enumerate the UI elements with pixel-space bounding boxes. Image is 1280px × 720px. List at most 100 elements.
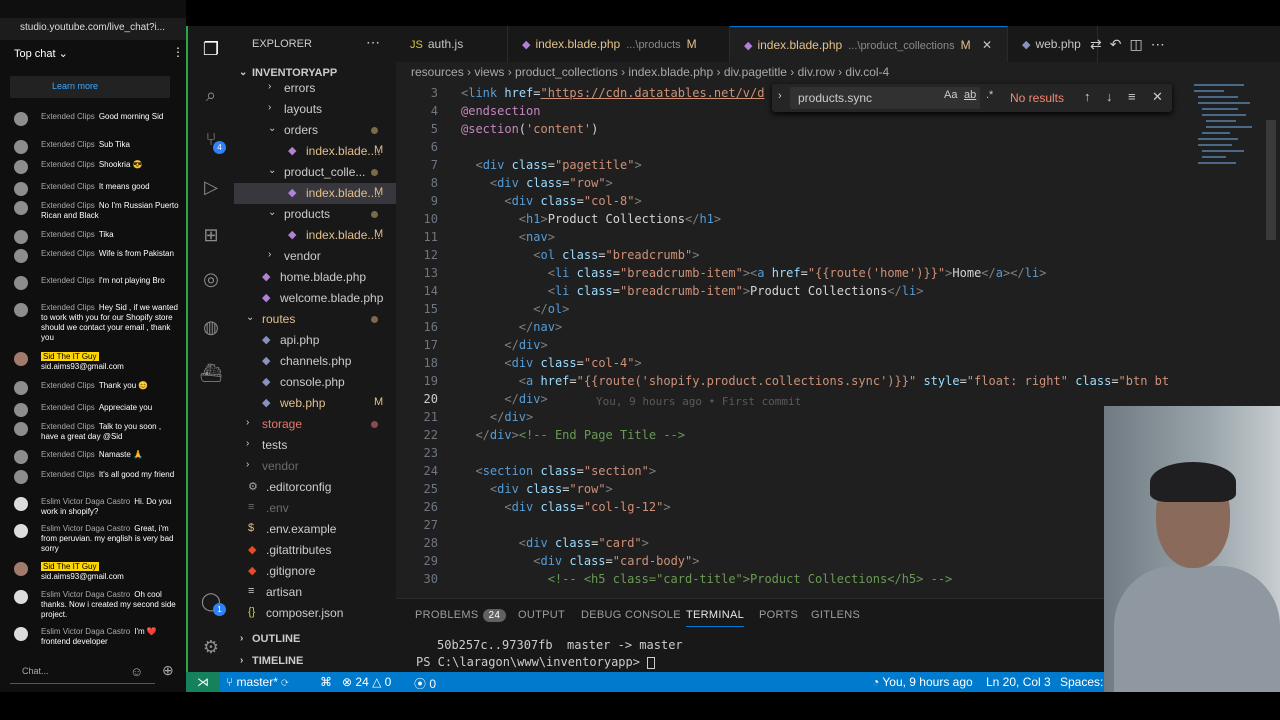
breadcrumb[interactable]: resources › views › product_collections … bbox=[396, 62, 1280, 82]
tree-file[interactable]: ≡ artisan bbox=[234, 582, 396, 603]
remote-explorer-icon[interactable]: ◎ bbox=[198, 266, 224, 292]
tab-output[interactable]: OUTPUT bbox=[518, 609, 565, 621]
tab-gitlens[interactable]: GITLENS bbox=[811, 609, 860, 621]
tree-file[interactable]: ≡ .env bbox=[234, 498, 396, 519]
compare-icon[interactable]: ⇄ bbox=[1090, 36, 1110, 52]
avatar[interactable] bbox=[14, 450, 28, 464]
regex-toggle[interactable]: .* bbox=[986, 89, 993, 101]
chat-author[interactable]: Extended Clips bbox=[41, 201, 95, 210]
chat-author[interactable]: Eslim Victor Daga Castro bbox=[41, 590, 130, 599]
learn-more-button[interactable]: Learn more bbox=[10, 76, 170, 98]
match-whole-word-toggle[interactable]: ab bbox=[964, 89, 976, 101]
avatar[interactable] bbox=[14, 182, 28, 196]
tree-file[interactable]: ⚙ .editorconfig bbox=[234, 477, 396, 498]
editor-tab[interactable]: ◆ index.blade.php ...\products M bbox=[508, 26, 730, 62]
editor-tab[interactable]: ◆ index.blade.php ...\product_collections M… bbox=[730, 26, 1008, 62]
tree-file[interactable]: ◆ web.php M bbox=[234, 393, 396, 414]
avatar[interactable] bbox=[14, 497, 28, 511]
tab-debug-console[interactable]: DEBUG CONSOLE bbox=[581, 609, 681, 621]
chat-author[interactable]: Eslim Victor Daga Castro bbox=[41, 524, 130, 533]
more-actions-icon[interactable]: ⋯ bbox=[366, 34, 380, 51]
tree-file[interactable]: ◆ index.blade.... M bbox=[234, 141, 396, 162]
avatar[interactable] bbox=[14, 303, 28, 317]
editor-tab[interactable]: JS auth.js bbox=[396, 26, 508, 62]
timeline-section[interactable]: › TIMELINE bbox=[234, 652, 396, 672]
avatar[interactable] bbox=[14, 524, 28, 538]
avatar[interactable] bbox=[14, 249, 28, 263]
find-in-selection-icon[interactable]: ≡ bbox=[1128, 89, 1136, 104]
tree-file[interactable]: ◆ console.php bbox=[234, 372, 396, 393]
chat-author[interactable]: Extended Clips bbox=[41, 140, 95, 149]
tree-file[interactable]: $ .env.example bbox=[234, 519, 396, 540]
chat-author[interactable]: Extended Clips bbox=[41, 112, 95, 121]
add-icon[interactable]: ⊕ bbox=[162, 662, 174, 679]
tree-folder[interactable]: › errors bbox=[234, 78, 396, 99]
account-icon[interactable]: ◯ 1 bbox=[198, 588, 226, 616]
close-icon[interactable]: ✕ bbox=[979, 38, 992, 52]
source-control-icon[interactable]: ⑂ 4 bbox=[198, 126, 226, 154]
avatar[interactable] bbox=[14, 470, 28, 484]
chat-author[interactable]: Extended Clips bbox=[41, 450, 95, 459]
avatar[interactable] bbox=[14, 140, 28, 154]
tree-file[interactable]: ◆ .gitattributes bbox=[234, 540, 396, 561]
remote-indicator-icon[interactable]: ⋊ bbox=[186, 672, 220, 692]
split-editor-icon[interactable]: ◫ bbox=[1129, 36, 1150, 52]
top-chat-dropdown[interactable]: Top chat ⌄ bbox=[0, 42, 186, 66]
tab-ports[interactable]: PORTS bbox=[759, 609, 798, 621]
avatar[interactable] bbox=[14, 403, 28, 417]
source-control-graph-icon[interactable]: ⌘ bbox=[320, 675, 332, 689]
search-icon[interactable]: ⌕ bbox=[198, 82, 224, 108]
tree-folder[interactable]: › tests bbox=[234, 435, 396, 456]
tree-folder[interactable]: ⌄ routes bbox=[234, 309, 396, 330]
tree-file[interactable]: ◆ .gitignore bbox=[234, 561, 396, 582]
chat-author[interactable]: Extended Clips bbox=[41, 470, 95, 479]
chat-author[interactable]: Extended Clips bbox=[41, 230, 95, 239]
branch-indicator[interactable]: ⑂ master* ⟳ bbox=[226, 675, 288, 689]
explorer-icon[interactable]: ❐ bbox=[198, 36, 224, 62]
emoji-icon[interactable]: ☺ bbox=[130, 664, 143, 679]
chat-author[interactable]: Extended Clips bbox=[41, 249, 95, 258]
tree-file[interactable]: ◆ api.php bbox=[234, 330, 396, 351]
tab-problems[interactable]: PROBLEMS 24 bbox=[415, 609, 507, 622]
avatar[interactable] bbox=[14, 230, 28, 244]
avatar[interactable] bbox=[14, 201, 28, 215]
tree-file[interactable]: ◆ channels.php bbox=[234, 351, 396, 372]
chat-author[interactable]: Extended Clips bbox=[41, 381, 95, 390]
chat-author[interactable]: Extended Clips bbox=[41, 182, 95, 191]
avatar[interactable] bbox=[14, 422, 28, 436]
editor-tab[interactable]: ◆ web.php bbox=[1008, 26, 1098, 62]
extensions-icon[interactable]: ⊞ bbox=[198, 222, 224, 248]
chat-author[interactable]: Extended Clips bbox=[41, 422, 95, 431]
more-actions-icon[interactable]: ⋯ bbox=[1151, 36, 1173, 52]
toggle-replace-icon[interactable]: › bbox=[778, 90, 782, 102]
tree-folder[interactable]: › storage bbox=[234, 414, 396, 435]
chat-author[interactable]: Eslim Victor Daga Castro bbox=[41, 497, 130, 506]
terminal-prompt[interactable]: PS C:\laragon\www\inventoryapp> bbox=[416, 655, 656, 669]
back-icon[interactable]: ↶ bbox=[1110, 36, 1130, 52]
tree-folder[interactable]: › vendor bbox=[234, 246, 396, 267]
avatar[interactable] bbox=[14, 590, 28, 604]
avatar[interactable] bbox=[14, 352, 28, 366]
avatar[interactable] bbox=[14, 160, 28, 174]
docker-icon[interactable]: ⛴ bbox=[198, 360, 224, 386]
chat-author[interactable]: Extended Clips bbox=[41, 160, 95, 169]
code-editor[interactable]: 3 4 5 6 7 8 9 10 11 12 13 14 15 16 17 18 19 20 21 22 23 24 25 2… bbox=[396, 82, 1196, 594]
tree-folder[interactable]: ⌄ products bbox=[234, 204, 396, 225]
chat-author[interactable]: Extended Clips bbox=[41, 403, 95, 412]
avatar[interactable] bbox=[14, 627, 28, 641]
tree-file[interactable]: ◆ home.blade.php bbox=[234, 267, 396, 288]
tree-folder[interactable]: ⌄ product_colle... bbox=[234, 162, 396, 183]
cursor-position[interactable]: Ln 20, Col 3 bbox=[986, 675, 1051, 689]
tree-file[interactable]: ◆ index.blade.... M bbox=[234, 183, 396, 204]
avatar[interactable] bbox=[14, 112, 28, 126]
chat-author[interactable]: Extended Clips bbox=[41, 303, 95, 312]
chat-author[interactable]: Eslim Victor Daga Castro bbox=[41, 627, 130, 636]
avatar[interactable] bbox=[14, 381, 28, 395]
settings-gear-icon[interactable]: ⚙ bbox=[198, 634, 224, 660]
git-blame-status[interactable]: ◔ You, 9 hours ago bbox=[872, 675, 973, 689]
close-icon[interactable]: ✕ bbox=[1152, 89, 1163, 105]
chat-author[interactable]: Extended Clips bbox=[41, 276, 95, 285]
scrollbar-thumb[interactable] bbox=[1266, 120, 1276, 240]
chat-author[interactable]: Sid The IT Guy bbox=[41, 562, 99, 571]
avatar[interactable] bbox=[14, 562, 28, 576]
